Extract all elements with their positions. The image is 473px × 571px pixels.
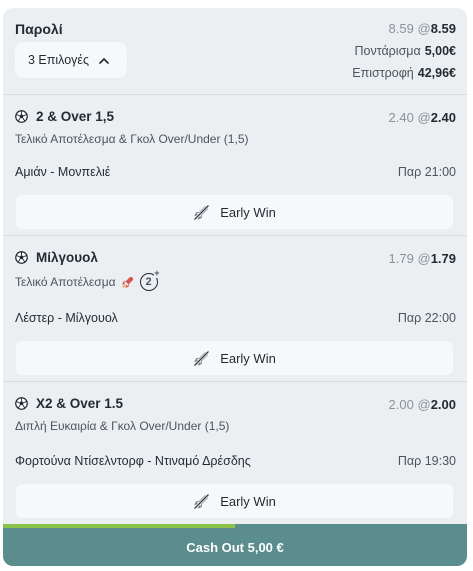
bet-market: Τελικό Αποτέλεσμα 2 +	[15, 269, 160, 291]
bet-type-title: Παρολί	[15, 21, 63, 37]
bet-title: X2 & Over 1.5	[15, 396, 123, 411]
cash-out-label: Cash Out 5,00 €	[186, 539, 284, 555]
return-value: 42,96€	[417, 66, 456, 80]
match-time: Παρ 19:30	[397, 454, 456, 468]
rocket-slash-icon	[194, 204, 210, 220]
bet-market: Τελικό Αποτέλεσμα & Γκολ Over/Under (1,5…	[15, 132, 248, 146]
boost-plus: +	[154, 268, 160, 278]
betslip-card: Παρολί 8.59 @8.59 3 Επιλογές Ποντάρισμα 5…	[3, 8, 467, 566]
selections-label: 3 Επιλογές	[28, 53, 90, 67]
return-label: Επιστροφή	[352, 66, 414, 80]
odds-at: @	[417, 21, 431, 36]
bet-odds: 2.40 @2.40	[389, 110, 456, 125]
chevron-up-icon	[99, 57, 109, 64]
bet-odds-original: 2.40	[388, 110, 414, 125]
bet-selection: 2 & Over 1,5 2.40 @2.40 Τελικό Αποτέλεσμ…	[3, 95, 467, 235]
market-label: Τελικό Αποτέλεσμα	[15, 275, 116, 289]
bet-name: 2 & Over 1,5	[36, 109, 115, 124]
selections-toggle-button[interactable]: 3 Επιλογές	[15, 42, 127, 78]
early-win-label: Early Win	[220, 493, 276, 509]
bet-odds: 1.79 @1.79	[389, 251, 456, 266]
odds-at: @	[417, 397, 431, 412]
football-icon	[15, 397, 28, 410]
match-name: Φορτούνα Ντίσελντορφ - Ντιναμό Δρέσδης	[15, 454, 251, 468]
rocket-slash-icon	[194, 493, 210, 509]
odds-at: @	[417, 251, 431, 266]
early-win-button[interactable]: Early Win	[16, 341, 453, 375]
total-odds: 8.59 @8.59	[389, 21, 456, 36]
match-name: Λέστερ - Μίλγουολ	[15, 311, 118, 325]
bet-name: X2 & Over 1.5	[36, 396, 124, 411]
bet-selection: Μίλγουολ 1.79 @1.79 Τελικό Αποτέλεσμα 2 …	[3, 236, 467, 381]
stake-label: Ποντάρισμα	[354, 44, 421, 58]
total-odds-original: 8.59	[388, 21, 414, 36]
bet-market: Διπλή Ευκαιρία & Γκολ Over/Under (1,5)	[15, 419, 229, 433]
early-win-button[interactable]: Early Win	[16, 195, 453, 229]
match-time: Παρ 22:00	[397, 311, 456, 325]
bet-odds-current: 2.40	[430, 110, 456, 125]
bet-title: Μίλγουολ	[15, 250, 98, 265]
bet-selection: X2 & Over 1.5 2.00 @2.00 Διπλή Ευκαιρία …	[3, 382, 467, 524]
bet-odds-original: 1.79	[388, 251, 414, 266]
bet-title: 2 & Over 1,5	[15, 109, 114, 124]
rocket-slash-icon	[194, 350, 210, 366]
bet-odds-current: 1.79	[430, 251, 456, 266]
match-time: Παρ 21:00	[397, 165, 456, 179]
bet-odds-original: 2.00	[388, 397, 414, 412]
football-icon	[15, 251, 28, 264]
odds-at: @	[417, 110, 431, 125]
football-icon	[15, 110, 28, 123]
stake-row: Ποντάρισμα 5,00€	[354, 44, 456, 58]
market-label: Διπλή Ευκαιρία & Γκολ Over/Under (1,5)	[15, 419, 230, 433]
rocket-icon	[121, 276, 134, 288]
betslip-header: Παρολί 8.59 @8.59 3 Επιλογές Ποντάρισμα 5…	[3, 8, 467, 94]
market-label: Τελικό Αποτέλεσμα & Γκολ Over/Under (1,5…	[15, 132, 249, 146]
bet-boost-badge[interactable]: 2 +	[139, 269, 160, 291]
match-name: Αμιάν - Μονπελιέ	[15, 165, 111, 179]
early-win-label: Early Win	[220, 204, 276, 220]
bet-odds-current: 2.00	[430, 397, 456, 412]
stake-value: 5,00€	[424, 44, 456, 58]
boost-count: 2	[145, 276, 152, 288]
bet-odds: 2.00 @2.00	[389, 397, 456, 412]
return-row: Επιστροφή 42,96€	[352, 66, 456, 80]
early-win-button[interactable]: Early Win	[16, 484, 453, 518]
cash-out-button[interactable]: Cash Out 5,00 €	[3, 528, 467, 566]
total-odds-current: 8.59	[430, 21, 456, 36]
early-win-label: Early Win	[220, 350, 276, 366]
bet-name: Μίλγουολ	[36, 250, 98, 265]
